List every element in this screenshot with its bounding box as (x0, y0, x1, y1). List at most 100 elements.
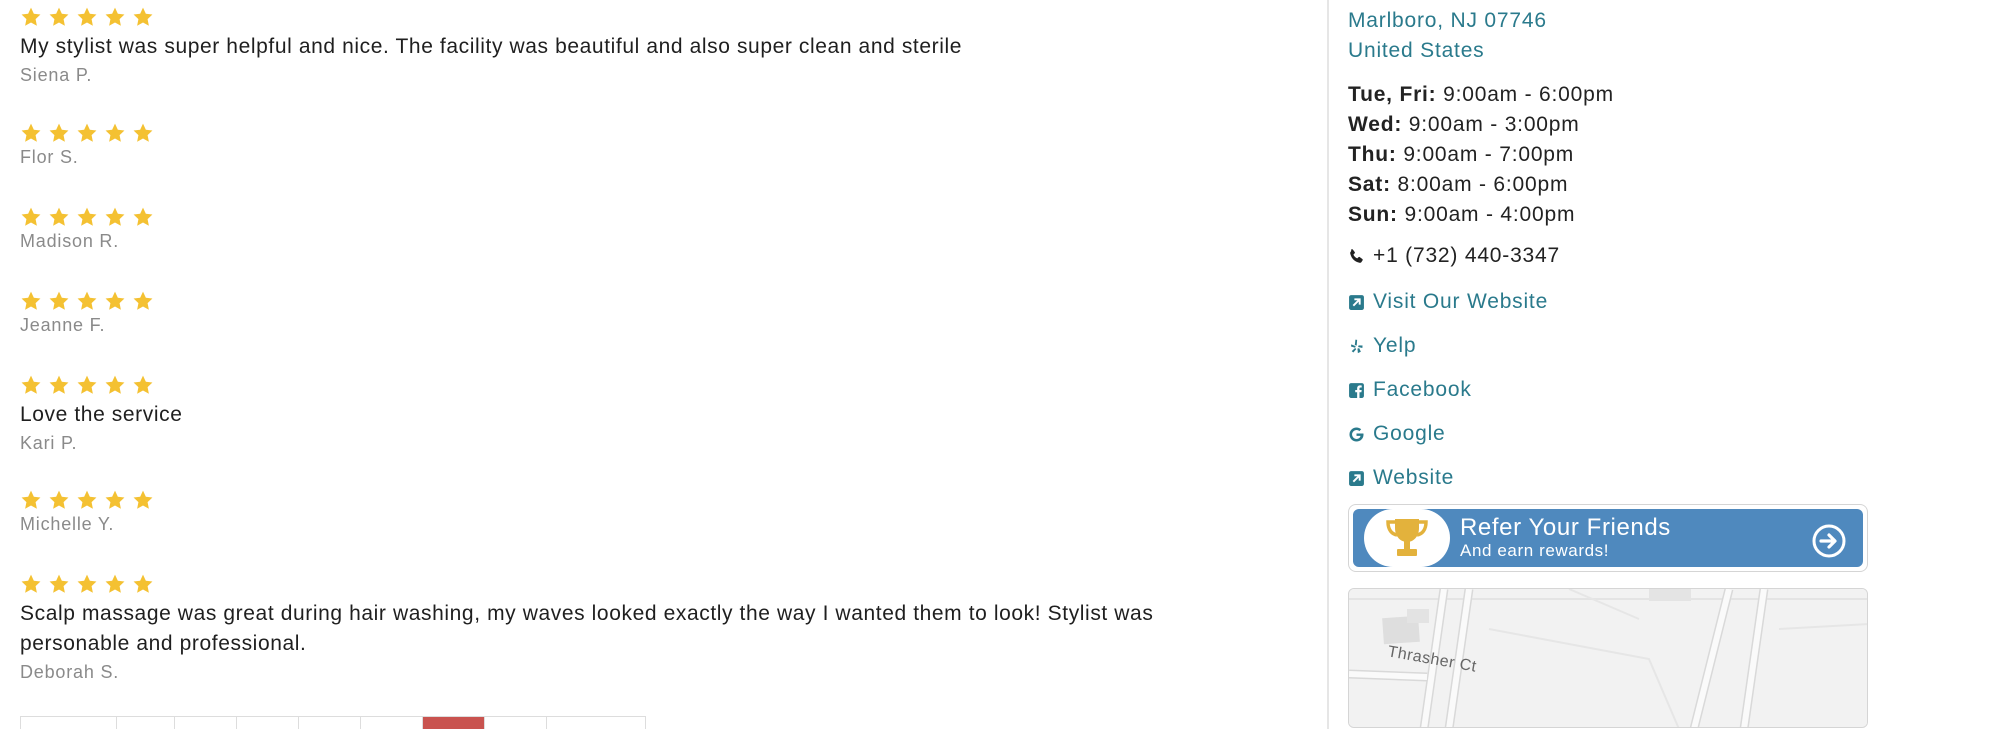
review-author: Kari P. (20, 433, 78, 453)
star-icon (20, 206, 42, 228)
star-icon (104, 206, 126, 228)
hours-time: 8:00am - 6:00pm (1397, 173, 1569, 196)
review-author: Madison R. (20, 231, 120, 251)
website-link[interactable]: Website (1348, 456, 1948, 500)
star-icon (132, 374, 154, 396)
star-rating (20, 206, 154, 228)
hours-day: Sun: (1348, 203, 1398, 226)
link-label: Yelp (1373, 334, 1417, 357)
page-link[interactable] (237, 717, 299, 729)
star-icon (76, 122, 98, 144)
phone-number: +1 (732) 440-3347 (1373, 244, 1560, 267)
review-item: Jeanne F. (20, 290, 154, 336)
page-link[interactable] (21, 717, 117, 729)
google-icon (1348, 426, 1365, 443)
star-icon (132, 489, 154, 511)
star-icon (48, 206, 70, 228)
star-icon (76, 206, 98, 228)
star-rating (20, 573, 1260, 595)
page-link[interactable] (299, 717, 361, 729)
star-icon (20, 6, 42, 28)
hours-time: 9:00am - 4:00pm (1404, 203, 1576, 226)
external-link-icon (1348, 294, 1365, 311)
review-item: Flor S. (20, 122, 154, 168)
page-next-link[interactable] (547, 717, 645, 729)
facebook-icon (1348, 382, 1365, 399)
refer-banner-body: Refer Your Friends And earn rewards! (1353, 509, 1863, 567)
review-item: Scalp massage was great during hair wash… (20, 573, 1260, 683)
trophy-badge (1364, 509, 1450, 567)
external-link-icon (1348, 470, 1365, 487)
star-icon (76, 489, 98, 511)
business-hours: Tue, Fri: 9:00am - 6:00pm Wed: 9:00am - … (1348, 80, 1948, 230)
star-icon (132, 122, 154, 144)
hours-time: 9:00am - 3:00pm (1408, 113, 1580, 136)
review-item: Madison R. (20, 206, 154, 252)
hours-row: Thu: 9:00am - 7:00pm (1348, 140, 1948, 170)
yelp-icon (1348, 338, 1365, 355)
star-icon (20, 573, 42, 595)
pagination (20, 716, 646, 729)
star-icon (48, 122, 70, 144)
address-city-line[interactable]: Marlboro, NJ 07746 (1348, 6, 1948, 36)
refer-title: Refer Your Friends (1460, 514, 1671, 541)
review-author: Siena P. (20, 65, 93, 85)
refer-friends-banner[interactable]: Refer Your Friends And earn rewards! (1348, 504, 1868, 572)
hours-row: Wed: 9:00am - 3:00pm (1348, 110, 1948, 140)
hours-row: Sat: 8:00am - 6:00pm (1348, 170, 1948, 200)
review-author: Jeanne F. (20, 315, 106, 335)
link-label: Website (1373, 466, 1455, 489)
link-label: Google (1373, 422, 1446, 445)
visit-website-link[interactable]: Visit Our Website (1348, 280, 1948, 324)
star-icon (76, 573, 98, 595)
phone-icon (1348, 248, 1365, 265)
hours-day: Wed: (1348, 113, 1403, 136)
page-link-active[interactable] (423, 717, 485, 729)
star-icon (132, 290, 154, 312)
star-icon (48, 573, 70, 595)
star-rating (20, 290, 154, 312)
page-link[interactable] (485, 717, 547, 729)
star-icon (48, 489, 70, 511)
star-icon (104, 573, 126, 595)
arrow-right-circle-icon[interactable] (1811, 523, 1847, 559)
trophy-icon (1386, 519, 1428, 556)
star-icon (76, 290, 98, 312)
star-icon (104, 122, 126, 144)
yelp-link[interactable]: Yelp (1348, 324, 1948, 368)
address-country[interactable]: United States (1348, 36, 1948, 66)
star-rating (20, 374, 183, 396)
review-text: Scalp massage was great during hair wash… (20, 602, 1154, 655)
star-icon (104, 374, 126, 396)
review-author: Michelle Y. (20, 514, 115, 534)
review-item: Love the service Kari P. (20, 374, 183, 454)
star-icon (48, 290, 70, 312)
review-text: Love the service (20, 403, 183, 426)
star-rating (20, 6, 962, 28)
hours-day: Thu: (1348, 143, 1397, 166)
star-icon (104, 6, 126, 28)
star-icon (132, 573, 154, 595)
refer-subtitle: And earn rewards! (1460, 541, 1610, 560)
link-label: Visit Our Website (1373, 290, 1549, 313)
hours-day: Sat: (1348, 173, 1391, 196)
page-link[interactable] (117, 717, 175, 729)
star-icon (104, 290, 126, 312)
star-icon (76, 6, 98, 28)
star-icon (20, 122, 42, 144)
page-link[interactable] (361, 717, 423, 729)
hours-time: 9:00am - 7:00pm (1403, 143, 1575, 166)
business-sidebar: Marlboro, NJ 07746 United States Tue, Fr… (1348, 0, 1948, 728)
phone-row[interactable]: +1 (732) 440-3347 (1348, 244, 1948, 268)
review-item: My stylist was super helpful and nice. T… (20, 6, 962, 86)
refer-text: Refer Your Friends And earn rewards! (1460, 515, 1671, 561)
review-author: Flor S. (20, 147, 79, 167)
google-link[interactable]: Google (1348, 412, 1948, 456)
hours-row: Sun: 9:00am - 4:00pm (1348, 200, 1948, 230)
page-link[interactable] (175, 717, 237, 729)
location-map[interactable]: Thrasher Ct (1348, 588, 1868, 728)
star-icon (132, 6, 154, 28)
facebook-link[interactable]: Facebook (1348, 368, 1948, 412)
star-icon (132, 206, 154, 228)
star-icon (104, 489, 126, 511)
